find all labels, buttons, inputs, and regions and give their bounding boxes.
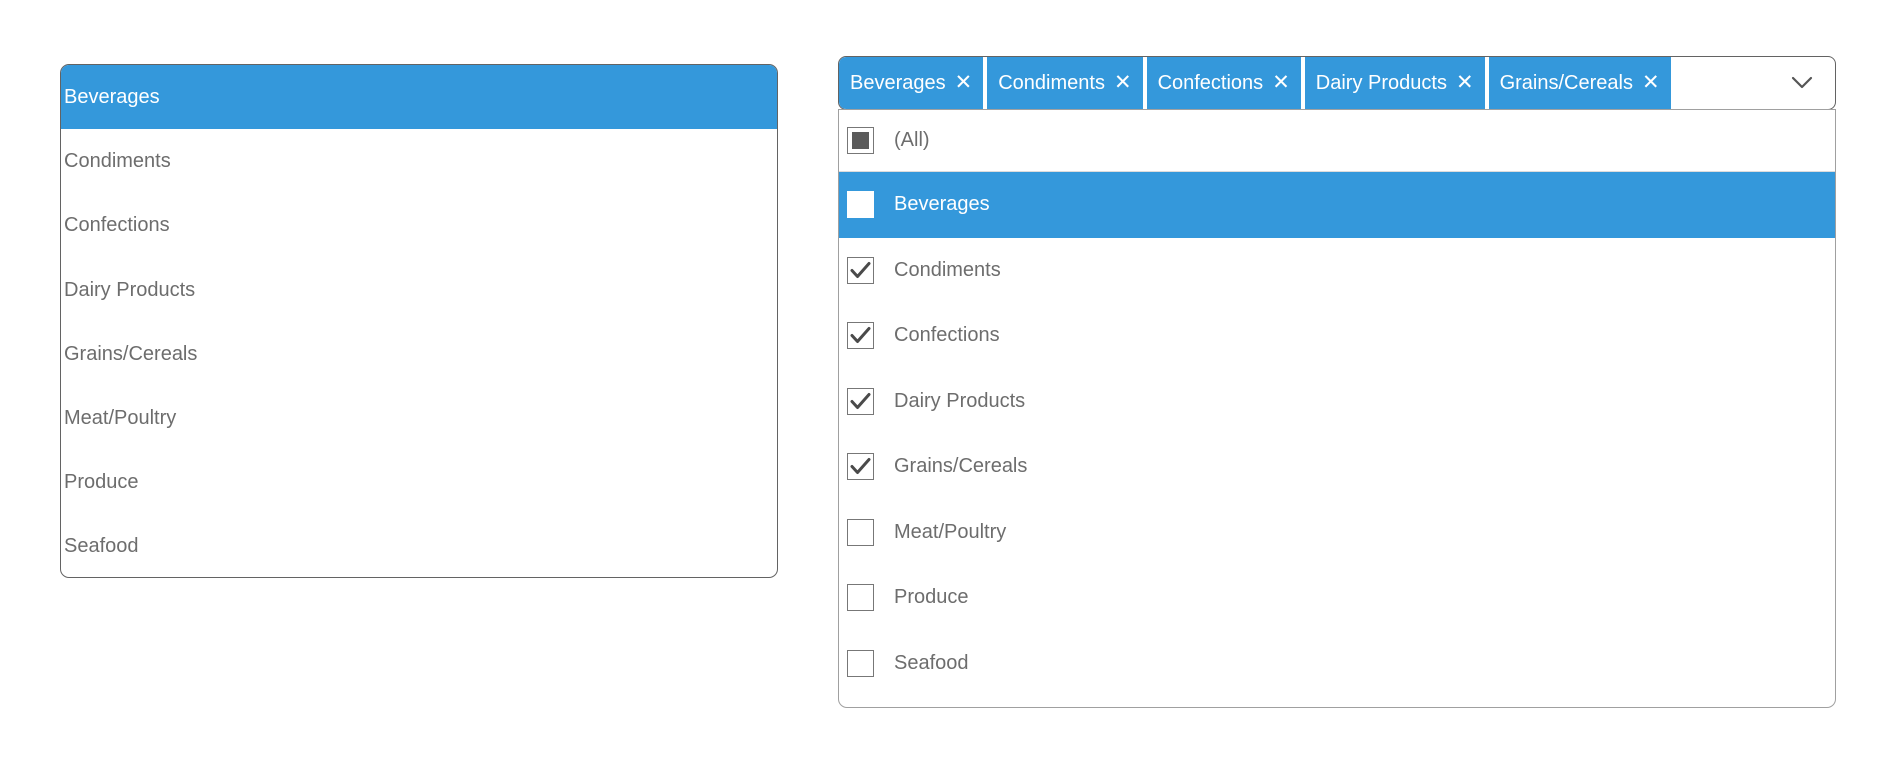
dropdown-option[interactable]: Meat/Poultry [839, 500, 1835, 566]
close-icon[interactable]: ✕ [1272, 72, 1290, 93]
checkbox-checked-icon[interactable] [847, 387, 874, 415]
multiselect-input-area[interactable] [1675, 57, 1835, 109]
indeterminate-square [852, 132, 869, 149]
chip-label: Confections [1157, 72, 1264, 94]
chip-label: Condiments [998, 72, 1105, 94]
listbox-item[interactable]: Produce [61, 450, 777, 514]
selected-chip[interactable]: Dairy Products ✕ [1304, 57, 1485, 109]
listbox-item[interactable]: Meat/Poultry [61, 386, 777, 450]
multiselect-dropdown-panel[interactable]: (All) Beverages Condiments Confections Dairy… [838, 109, 1836, 708]
listbox-item-label: Meat/Poultry [64, 406, 177, 429]
dropdown-option-label: Beverages [894, 193, 990, 216]
listbox-item-label: Condiments [64, 150, 171, 173]
checkbox-unchecked-icon[interactable] [847, 584, 874, 612]
selected-chip[interactable]: Grains/Cereals ✕ [1488, 57, 1671, 109]
dropdown-option-label: (All) [894, 129, 930, 151]
listbox-item[interactable]: Confections [61, 193, 777, 257]
listbox-item-label: Beverages [64, 86, 160, 108]
multiselect-header[interactable]: Beverages ✕ Condiments ✕ Confections ✕ Dairy P… [838, 56, 1836, 110]
close-icon[interactable]: ✕ [955, 72, 973, 93]
checkbox-checked-icon[interactable] [847, 256, 874, 284]
dropdown-option[interactable]: Confections [839, 303, 1835, 369]
dropdown-option[interactable]: Grains/Cereals [839, 434, 1835, 500]
chip-label: Beverages [850, 72, 946, 94]
chevron-down-icon[interactable] [1791, 72, 1813, 94]
listbox-item-label: Seafood [64, 535, 139, 558]
category-listbox[interactable]: Beverages Condiments Confections Dairy Prod… [60, 64, 778, 578]
listbox-item-label: Confections [64, 214, 170, 237]
dropdown-option-label: Produce [894, 586, 969, 609]
dropdown-option-label: Grains/Cereals [894, 455, 1028, 478]
selected-chips: Beverages ✕ Condiments ✕ Confections ✕ Dairy P… [839, 57, 1675, 109]
dropdown-option[interactable]: Produce [839, 565, 1835, 631]
dropdown-option-label: Seafood [894, 651, 969, 674]
close-icon[interactable]: ✕ [1642, 72, 1660, 93]
chip-label: Grains/Cereals [1499, 72, 1633, 94]
dropdown-option-label: Condiments [894, 258, 1001, 281]
listbox-item[interactable]: Seafood [61, 514, 777, 577]
listbox-item[interactable]: Beverages [61, 65, 777, 130]
selected-chip[interactable]: Condiments ✕ [987, 57, 1143, 109]
close-icon[interactable]: ✕ [1456, 72, 1474, 93]
checkbox-indeterminate-icon[interactable] [847, 127, 874, 154]
checkbox-unchecked-icon[interactable] [847, 518, 874, 546]
selected-chip[interactable]: Confections ✕ [1146, 57, 1301, 109]
dropdown-option[interactable]: Dairy Products [839, 369, 1835, 435]
listbox-item[interactable]: Grains/Cereals [61, 322, 777, 386]
close-icon[interactable]: ✕ [1114, 72, 1132, 93]
select-all-option[interactable]: (All) [839, 110, 1835, 172]
category-multiselect: Beverages ✕ Condiments ✕ Confections ✕ Dairy P… [838, 56, 1836, 708]
checkbox-checked-icon[interactable] [847, 322, 874, 350]
checkbox-checked-icon[interactable] [847, 453, 874, 481]
dropdown-option-label: Dairy Products [894, 389, 1026, 412]
chip-label: Dairy Products [1315, 72, 1447, 94]
listbox-item[interactable]: Dairy Products [61, 258, 777, 322]
dropdown-option-label: Confections [894, 324, 1000, 347]
listbox-item[interactable]: Condiments [61, 129, 777, 193]
dropdown-option[interactable]: Seafood [839, 631, 1835, 697]
dropdown-option[interactable]: Beverages [839, 172, 1835, 238]
checkbox-checked-icon[interactable] [847, 191, 874, 219]
listbox-item-label: Dairy Products [64, 278, 196, 301]
dropdown-option-label: Meat/Poultry [894, 520, 1007, 543]
selected-chip[interactable]: Beverages ✕ [839, 57, 984, 109]
dropdown-option[interactable]: Condiments [839, 238, 1835, 304]
listbox-item-label: Grains/Cereals [64, 342, 198, 365]
listbox-item-label: Produce [64, 471, 139, 494]
checkbox-unchecked-icon[interactable] [847, 649, 874, 677]
